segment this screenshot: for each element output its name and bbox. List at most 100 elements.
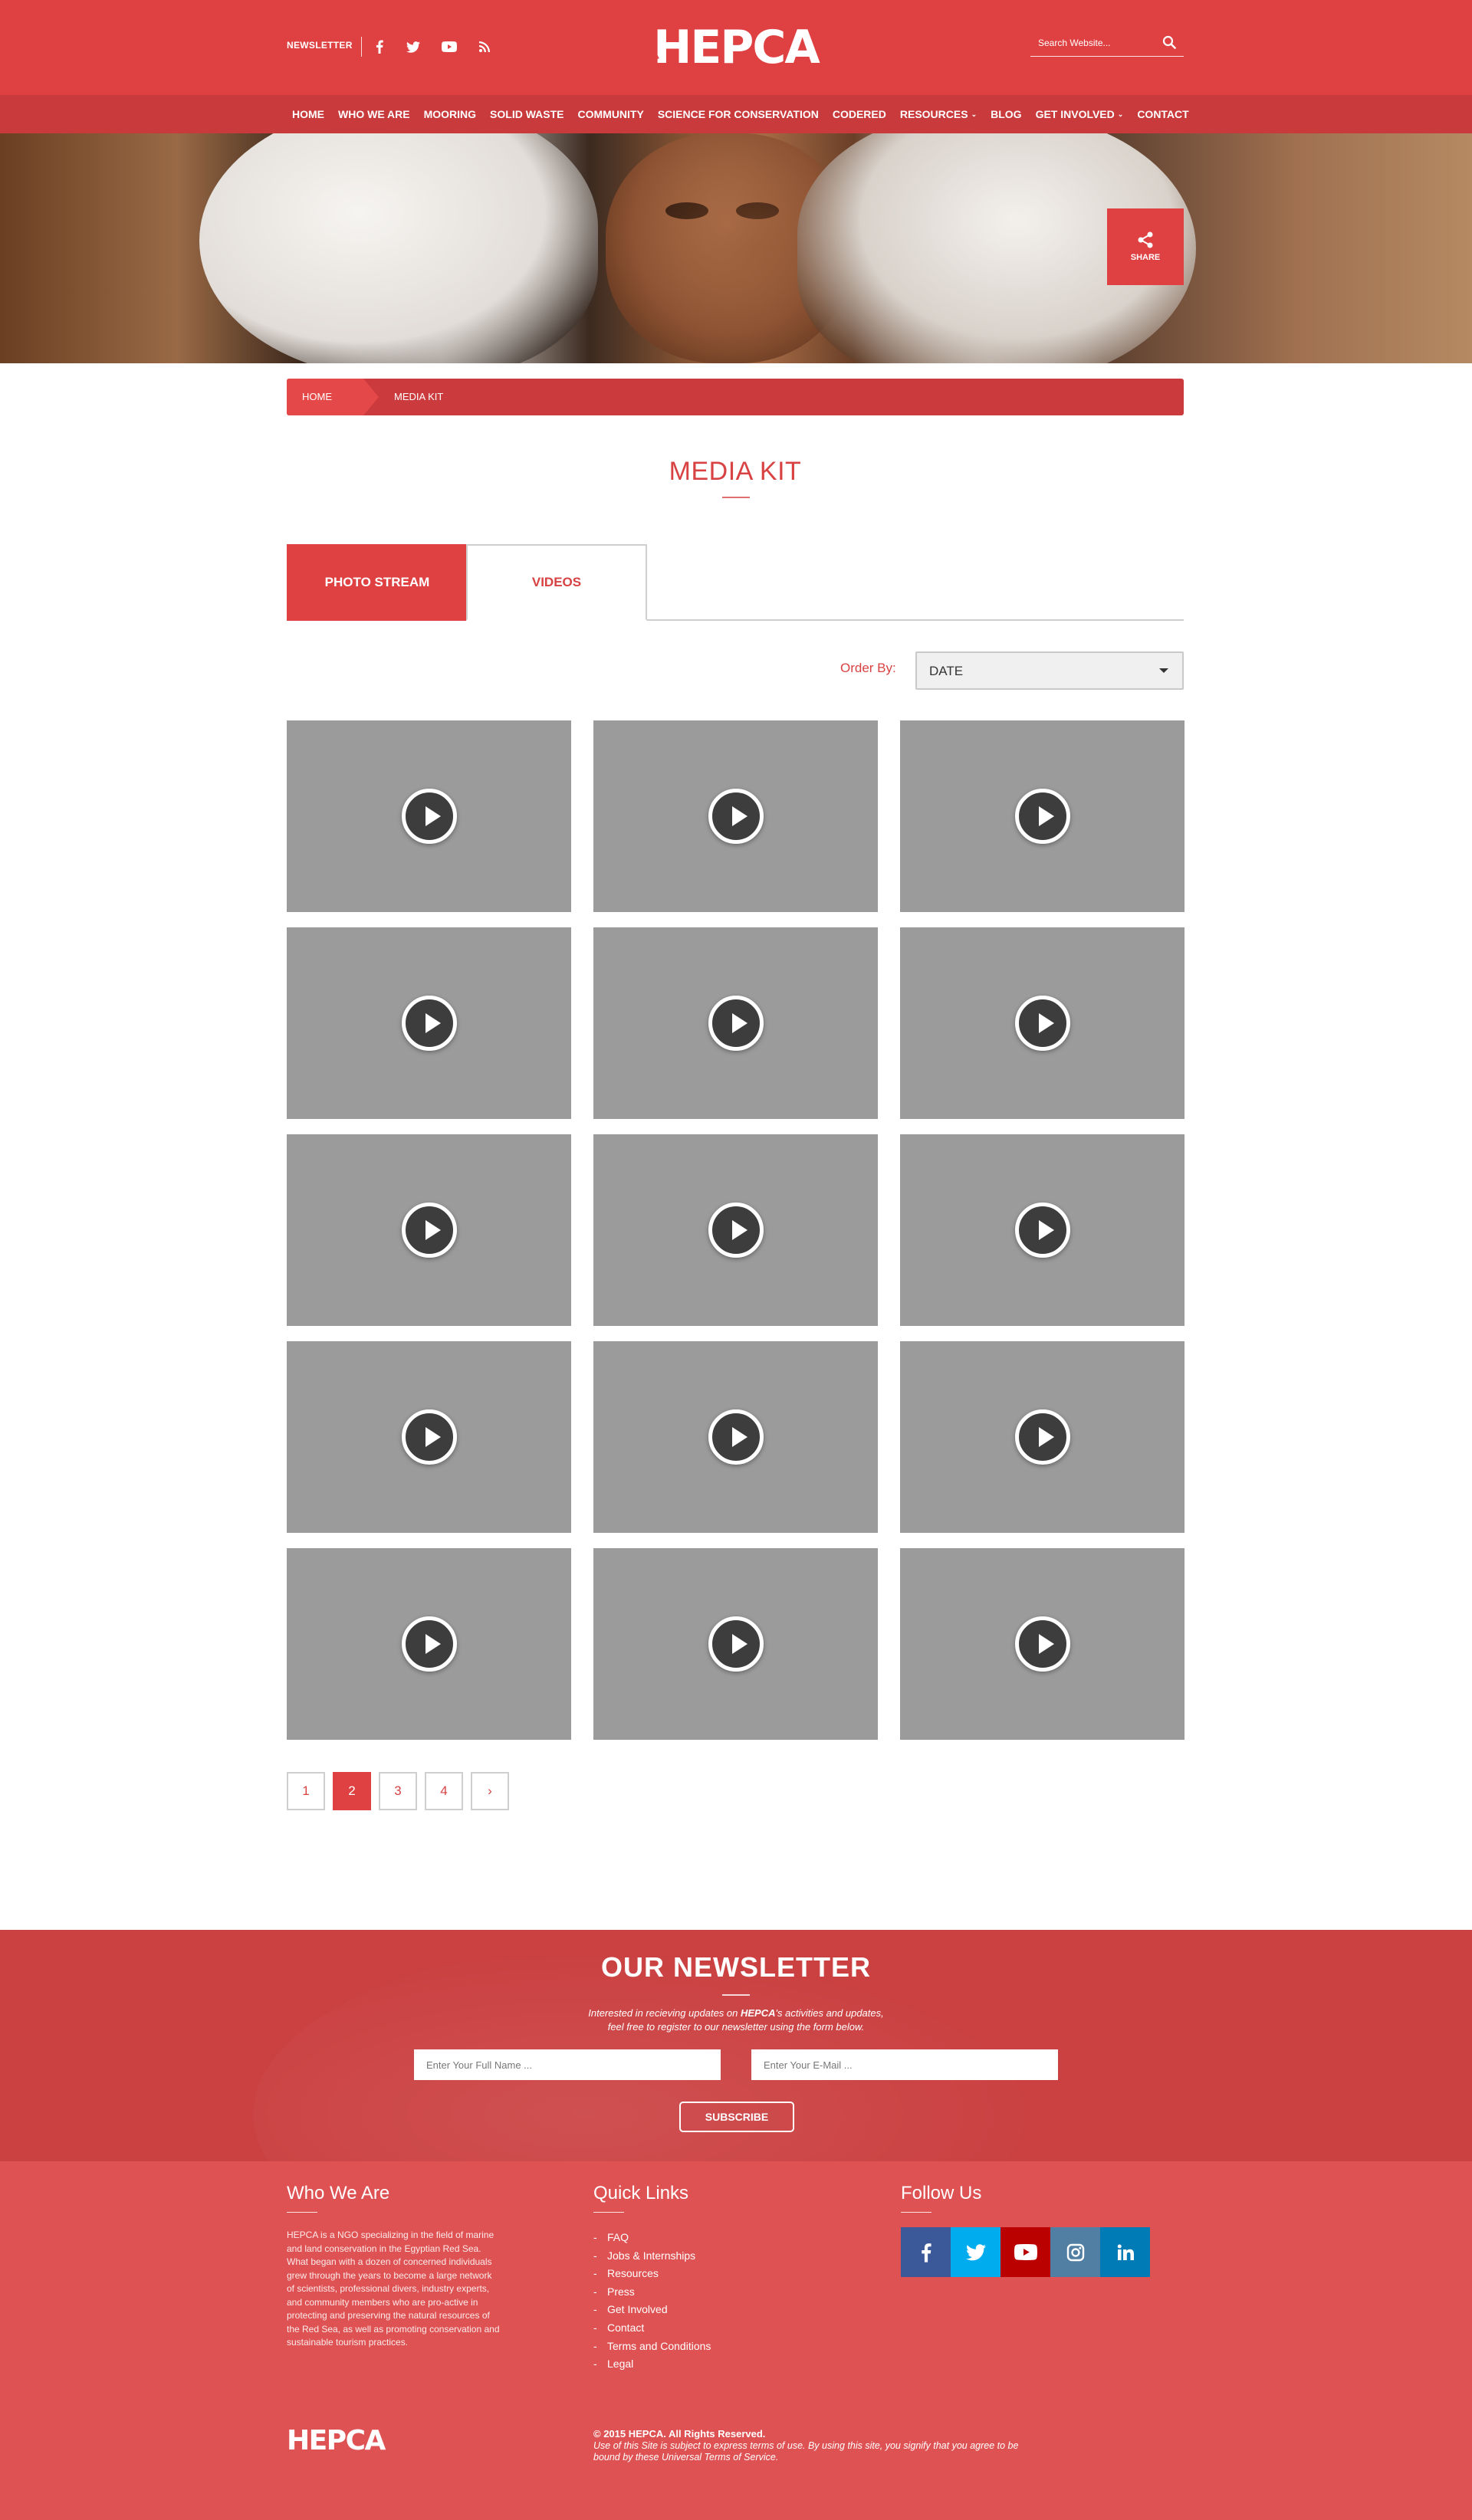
play-icon[interactable] <box>401 1203 457 1258</box>
share-button[interactable]: SHARE <box>1107 208 1184 285</box>
play-icon[interactable] <box>401 1409 457 1465</box>
newsletter-section: OUR NEWSLETTER Interested in recieving u… <box>0 1930 1472 2161</box>
footer-link-resources[interactable]: Resources <box>593 2265 711 2283</box>
header-divider <box>361 37 362 57</box>
footer-link-terms[interactable]: Terms and Conditions <box>593 2338 711 2356</box>
footer-who-title: Who We Are <box>287 2183 390 2203</box>
nav-item-mooring[interactable]: MOORING <box>424 108 476 120</box>
video-thumbnail[interactable] <box>593 1341 878 1533</box>
order-by-value: DATE <box>929 664 964 678</box>
site-footer: Who We Are HEPCA is a NGO specializing i… <box>0 2161 1472 2520</box>
video-thumbnail[interactable] <box>287 1341 571 1533</box>
play-icon[interactable] <box>1014 1409 1070 1465</box>
tab-videos[interactable]: VIDEOS <box>466 544 647 621</box>
footer-link-press[interactable]: Press <box>593 2283 711 2302</box>
nav-item-codered[interactable]: CODERED <box>833 108 886 120</box>
play-icon[interactable] <box>708 1203 764 1258</box>
video-thumbnail[interactable] <box>900 720 1184 912</box>
play-icon[interactable] <box>401 789 457 844</box>
nav-item-blog[interactable]: BLOG <box>991 108 1021 120</box>
video-thumbnail[interactable] <box>900 927 1184 1119</box>
facebook-icon[interactable] <box>901 2227 951 2277</box>
facebook-icon[interactable] <box>368 35 391 58</box>
main-nav: HOME WHO WE ARE MOORING SOLID WASTE COMM… <box>0 95 1472 133</box>
play-icon[interactable] <box>708 789 764 844</box>
footer-logo[interactable]: HEPCA <box>287 2425 422 2456</box>
twitter-icon[interactable] <box>402 35 425 58</box>
video-thumbnail[interactable] <box>900 1134 1184 1326</box>
play-icon[interactable] <box>708 996 764 1051</box>
footer-about-text: HEPCA is a NGO specializing in the field… <box>287 2230 500 2348</box>
title-underline <box>722 497 750 498</box>
footer-link-contact[interactable]: Contact <box>593 2319 711 2338</box>
newsletter-title: OUR NEWSLETTER <box>601 1951 871 1983</box>
play-icon[interactable] <box>708 1616 764 1672</box>
svg-text:HEPCA: HEPCA <box>653 25 820 69</box>
subscribe-button[interactable]: SUBSCRIBE <box>679 2102 794 2132</box>
nav-item-science[interactable]: SCIENCE FOR CONSERVATION <box>658 108 819 120</box>
page-4[interactable]: 4 <box>425 1772 463 1810</box>
twitter-icon[interactable] <box>951 2227 1001 2277</box>
quick-links: FAQ Jobs & Internships Resources Press G… <box>593 2229 711 2374</box>
youtube-icon[interactable] <box>1001 2227 1050 2277</box>
nav-item-get-involved[interactable]: GET INVOLVED ⌄ <box>1036 108 1124 120</box>
tab-photo-stream[interactable]: PHOTO STREAM <box>287 544 468 621</box>
linkedin-icon[interactable] <box>1100 2227 1150 2277</box>
video-thumbnail[interactable] <box>287 1134 571 1326</box>
rss-icon[interactable] <box>473 35 496 58</box>
hepca-logo[interactable]: HEPCA <box>624 21 848 74</box>
caret-down-icon <box>1159 668 1168 673</box>
footer-link-get-involved[interactable]: Get Involved <box>593 2301 711 2319</box>
nav-item-home[interactable]: HOME <box>292 108 324 120</box>
play-icon[interactable] <box>1014 1616 1070 1672</box>
page-1[interactable]: 1 <box>287 1772 325 1810</box>
page-2[interactable]: 2 <box>333 1772 371 1810</box>
order-by-select[interactable]: DATE <box>915 651 1184 690</box>
video-thumbnail[interactable] <box>287 1548 571 1740</box>
share-icon <box>1138 231 1153 248</box>
nav-item-who-we-are[interactable]: WHO WE ARE <box>338 108 410 120</box>
video-thumbnail[interactable] <box>593 720 878 912</box>
footer-link-jobs[interactable]: Jobs & Internships <box>593 2247 711 2266</box>
nav-item-resources[interactable]: RESOURCES ⌄ <box>900 108 977 120</box>
footer-link-faq[interactable]: FAQ <box>593 2229 711 2247</box>
newsletter-link[interactable]: NEWSLETTER <box>287 40 353 51</box>
footer-link-legal[interactable]: Legal <box>593 2355 711 2374</box>
search-input[interactable] <box>1038 35 1161 51</box>
breadcrumb: HOME MEDIA KIT <box>287 379 1184 415</box>
video-thumbnail[interactable] <box>287 927 571 1119</box>
chevron-down-icon: ⌄ <box>1117 110 1124 118</box>
breadcrumb-home[interactable]: HOME <box>287 379 379 415</box>
video-thumbnail[interactable] <box>593 1548 878 1740</box>
email-field[interactable] <box>751 2049 1058 2080</box>
video-thumbnail[interactable] <box>593 927 878 1119</box>
order-by-label: Order By: <box>840 661 896 675</box>
hero-image <box>0 133 1472 363</box>
play-icon[interactable] <box>1014 1203 1070 1258</box>
play-icon[interactable] <box>401 1616 457 1672</box>
nav-item-community[interactable]: COMMUNITY <box>578 108 644 120</box>
share-label: SHARE <box>1130 253 1161 262</box>
youtube-icon[interactable] <box>438 35 461 58</box>
video-thumbnail[interactable] <box>900 1341 1184 1533</box>
instagram-icon[interactable] <box>1050 2227 1100 2277</box>
page-3[interactable]: 3 <box>379 1772 417 1810</box>
svg-text:HEPCA: HEPCA <box>287 2426 386 2453</box>
breadcrumb-current: MEDIA KIT <box>394 391 444 402</box>
search-icon[interactable] <box>1162 35 1178 51</box>
video-thumbnail[interactable] <box>593 1134 878 1326</box>
site-header: NEWSLETTER HEPCA <box>0 0 1472 95</box>
copyright-text: © 2015 HEPCA. All Rights Reserved. <box>593 2428 766 2440</box>
hero-goat-left <box>199 133 598 363</box>
nav-item-solid-waste[interactable]: SOLID WASTE <box>490 108 564 120</box>
play-icon[interactable] <box>1014 789 1070 844</box>
play-icon[interactable] <box>708 1409 764 1465</box>
play-icon[interactable] <box>401 996 457 1051</box>
next-page-button[interactable]: › <box>471 1772 509 1810</box>
video-thumbnail[interactable] <box>287 720 571 912</box>
chevron-right-icon: › <box>488 1783 492 1798</box>
play-icon[interactable] <box>1014 996 1070 1051</box>
full-name-field[interactable] <box>414 2049 721 2080</box>
nav-item-contact[interactable]: CONTACT <box>1137 108 1188 120</box>
video-thumbnail[interactable] <box>900 1548 1184 1740</box>
